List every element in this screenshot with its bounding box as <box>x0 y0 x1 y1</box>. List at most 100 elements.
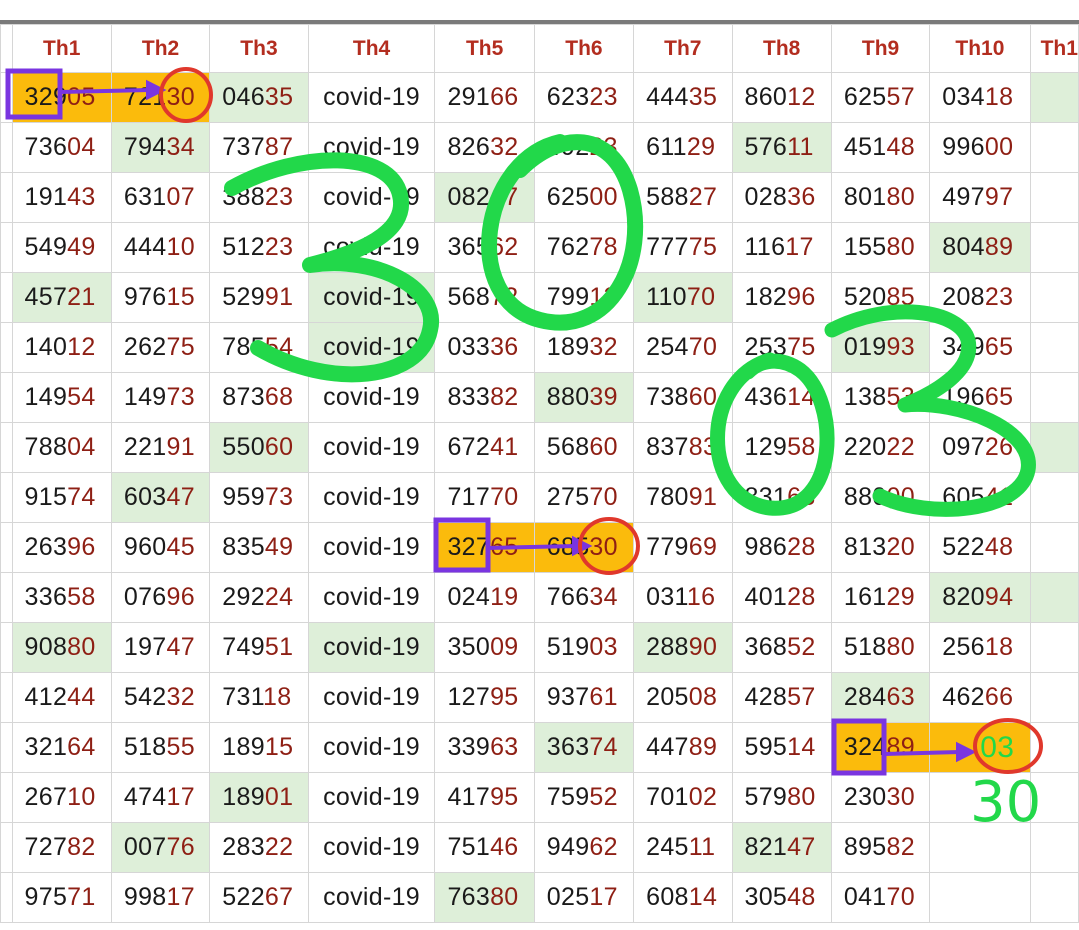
table-cell[interactable]: 57611 <box>731 122 832 173</box>
table-cell[interactable]: 83382 <box>434 372 535 423</box>
table-cell[interactable]: 19665 <box>929 372 1031 423</box>
table-cell[interactable]: 25470 <box>633 322 733 373</box>
table-cell[interactable]: 76634 <box>533 572 635 623</box>
table-cell[interactable]: 14954 <box>11 372 112 423</box>
table-cell[interactable]: 35009 <box>434 622 535 673</box>
table-cell[interactable]: 36374 <box>533 722 635 773</box>
table-cell[interactable]: 36852 <box>731 622 832 673</box>
table-cell[interactable]: 98628 <box>731 522 832 573</box>
table-cell[interactable]: 56860 <box>533 422 635 473</box>
row-gutter[interactable] <box>0 722 13 773</box>
table-cell[interactable]: 03336 <box>434 322 535 373</box>
table-cell[interactable]: 82094 <box>929 572 1031 623</box>
table-cell[interactable]: 83168 <box>731 472 832 523</box>
table-cell[interactable]: 44435 <box>633 72 733 123</box>
table-cell[interactable]: 32905 <box>11 72 112 123</box>
table-cell[interactable]: 79434 <box>110 122 211 173</box>
table-cell[interactable]: 90880 <box>11 622 112 673</box>
table-cell[interactable]: 43614 <box>731 372 832 423</box>
table-cell[interactable]: 91574 <box>11 472 112 523</box>
table-cell[interactable]: 18915 <box>209 722 309 773</box>
row-gutter[interactable] <box>0 72 13 123</box>
row-gutter[interactable] <box>0 172 13 223</box>
table-cell[interactable]: 77969 <box>633 522 733 573</box>
table-cell[interactable]: 32489 <box>830 722 931 773</box>
table-cell[interactable]: 38823 <box>209 172 309 223</box>
table-cell[interactable]: 58827 <box>633 172 733 223</box>
table-cell[interactable]: 96045 <box>110 522 211 573</box>
table-cell[interactable] <box>1029 872 1079 923</box>
table-cell[interactable]: 87368 <box>209 372 309 423</box>
table-cell[interactable]: 18901 <box>209 772 309 823</box>
column-header[interactable]: Th6 <box>533 24 635 73</box>
table-cell[interactable]: 26396 <box>11 522 112 573</box>
table-cell[interactable]: 02836 <box>731 172 832 223</box>
table-cell[interactable]: 62500 <box>533 172 635 223</box>
column-header[interactable]: Th2 <box>110 24 211 73</box>
table-cell[interactable]: 80180 <box>830 172 931 223</box>
table-cell[interactable]: 82147 <box>731 822 832 873</box>
table-cell[interactable]: 75952 <box>533 772 635 823</box>
table-cell[interactable]: 46266 <box>929 672 1031 723</box>
table-cell[interactable]: 41795 <box>434 772 535 823</box>
table-cell[interactable] <box>1029 472 1079 523</box>
table-cell[interactable]: 45148 <box>830 122 931 173</box>
table-cell[interactable]: 18932 <box>533 322 635 373</box>
table-cell[interactable]: 25375 <box>731 322 832 373</box>
table-cell[interactable]: 62557 <box>830 72 931 123</box>
table-cell[interactable]: 72782 <box>11 822 112 873</box>
table-cell[interactable]: 82632 <box>434 122 535 173</box>
table-cell[interactable]: covid-19 <box>307 722 436 773</box>
table-cell[interactable]: 71770 <box>434 472 535 523</box>
table-cell[interactable]: 88000 <box>830 472 931 523</box>
table-cell[interactable]: 73118 <box>209 672 309 723</box>
table-cell[interactable]: 99600 <box>929 122 1031 173</box>
row-gutter[interactable] <box>0 772 13 823</box>
column-header[interactable]: Th4 <box>307 24 436 73</box>
table-cell[interactable]: 59514 <box>731 722 832 773</box>
table-cell[interactable]: 00776 <box>110 822 211 873</box>
table-cell[interactable]: 76380 <box>434 872 535 923</box>
table-cell[interactable] <box>1029 222 1079 273</box>
table-cell[interactable] <box>1029 572 1079 623</box>
table-cell[interactable]: 11070 <box>633 272 733 323</box>
row-gutter[interactable] <box>0 822 13 873</box>
table-cell[interactable]: 76278 <box>533 222 635 273</box>
table-cell[interactable]: 89582 <box>830 822 931 873</box>
row-gutter[interactable] <box>0 572 13 623</box>
row-gutter[interactable] <box>0 422 13 473</box>
table-cell[interactable]: 60541 <box>929 472 1031 523</box>
table-cell[interactable]: 02419 <box>434 572 535 623</box>
table-cell[interactable]: 57980 <box>731 772 832 823</box>
column-header[interactable]: Th5 <box>434 24 535 73</box>
table-cell[interactable] <box>1029 172 1079 223</box>
table-cell[interactable]: 07696 <box>110 572 211 623</box>
table-cell[interactable]: 52085 <box>830 272 931 323</box>
table-cell[interactable]: covid-19 <box>307 822 436 873</box>
table-cell[interactable]: 02517 <box>533 872 635 923</box>
table-cell[interactable]: covid-19 <box>307 422 436 473</box>
table-cell[interactable]: 47417 <box>110 772 211 823</box>
table-cell[interactable]: 54232 <box>110 672 211 723</box>
table-cell[interactable]: 79913 <box>533 272 635 323</box>
table-cell[interactable]: 49223 <box>533 122 635 173</box>
table-cell[interactable]: 24511 <box>633 822 733 873</box>
table-cell[interactable]: covid-19 <box>307 172 436 223</box>
row-gutter-header[interactable] <box>0 24 13 73</box>
table-cell[interactable]: covid-19 <box>307 672 436 723</box>
table-cell[interactable]: 36562 <box>434 222 535 273</box>
column-header[interactable]: Th9 <box>830 24 931 73</box>
table-cell[interactable]: 81320 <box>830 522 931 573</box>
table-cell[interactable]: 22191 <box>110 422 211 473</box>
table-cell[interactable]: 44410 <box>110 222 211 273</box>
table-cell[interactable]: 72130 <box>110 72 211 123</box>
table-cell[interactable]: 34965 <box>929 322 1031 373</box>
table-cell[interactable]: 03418 <box>929 72 1031 123</box>
table-cell[interactable]: 14973 <box>110 372 211 423</box>
row-gutter[interactable] <box>0 222 13 273</box>
table-cell[interactable]: 60347 <box>110 472 211 523</box>
table-cell[interactable]: 78804 <box>11 422 112 473</box>
table-cell[interactable]: 30548 <box>731 872 832 923</box>
table-cell[interactable] <box>1029 672 1079 723</box>
row-gutter[interactable] <box>0 272 13 323</box>
